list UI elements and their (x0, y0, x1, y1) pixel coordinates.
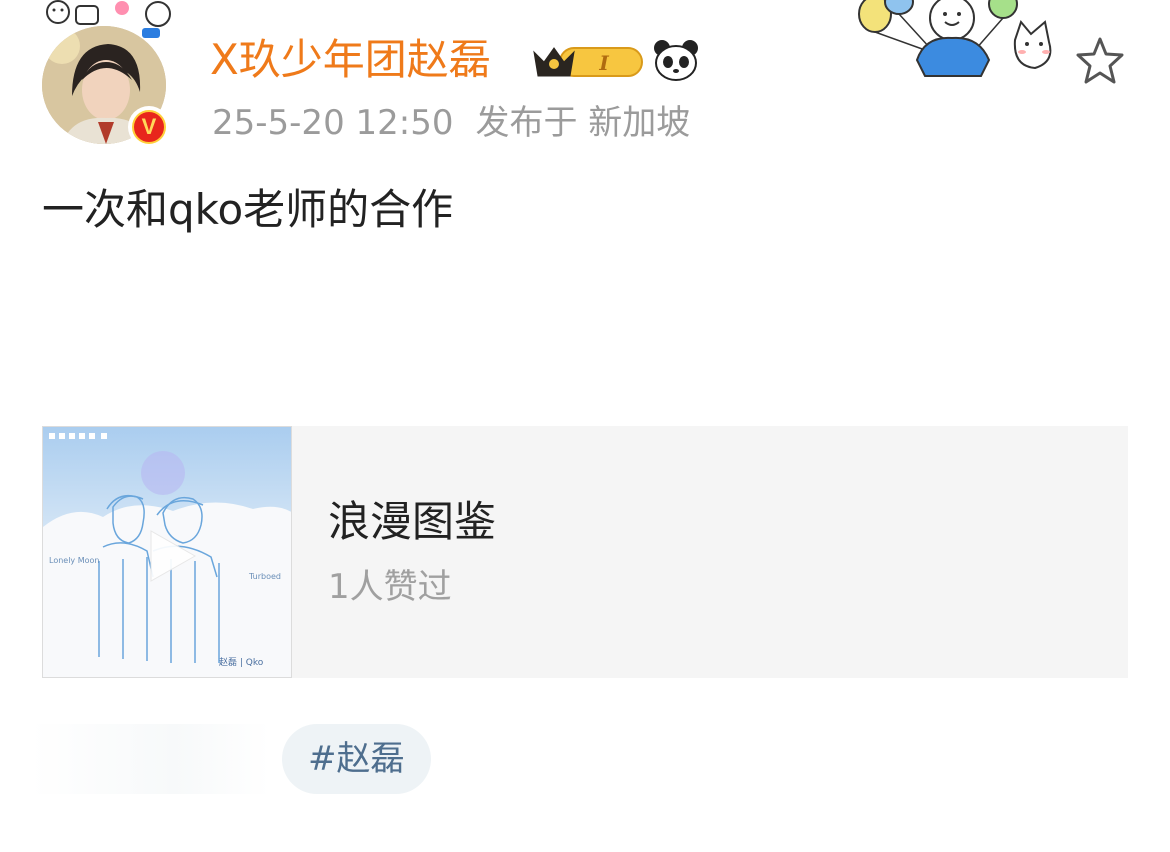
cover-credit: 赵磊 | Qko (219, 656, 264, 668)
verified-v-icon: V (132, 110, 166, 144)
album-cover[interactable]: Lonely Moon Turboed 赵磊 | Qko (42, 426, 292, 678)
music-title: 浪漫图鉴 (328, 497, 497, 546)
star-favorite-icon[interactable] (1074, 36, 1126, 86)
topic-tag[interactable]: #赵磊 (282, 724, 431, 794)
cover-text-right: Turboed (248, 572, 281, 581)
post-timestamp: 25-5-20 12:50 (212, 103, 454, 143)
vip-crown-badge[interactable]: I (530, 40, 648, 82)
post-meta: 25-5-20 12:50 发布于 新加坡 (212, 100, 690, 146)
tag-placeholder (30, 724, 270, 794)
vip-level: I (598, 51, 609, 75)
cover-text-left: Lonely Moon (49, 556, 99, 565)
music-likes: 1人赞过 (328, 567, 452, 607)
music-card[interactable]: Lonely Moon Turboed 赵磊 | Qko 浪漫图鉴 1人赞过 (42, 426, 1128, 678)
username[interactable]: X玖少年团赵磊 (210, 30, 491, 90)
verified-badge: V (128, 106, 170, 148)
avatar-area[interactable]: V (40, 0, 190, 150)
post-location: 发布于 新加坡 (475, 103, 691, 143)
post-text: 一次和qko老师的合作 (42, 185, 454, 234)
panda-icon (654, 40, 698, 81)
